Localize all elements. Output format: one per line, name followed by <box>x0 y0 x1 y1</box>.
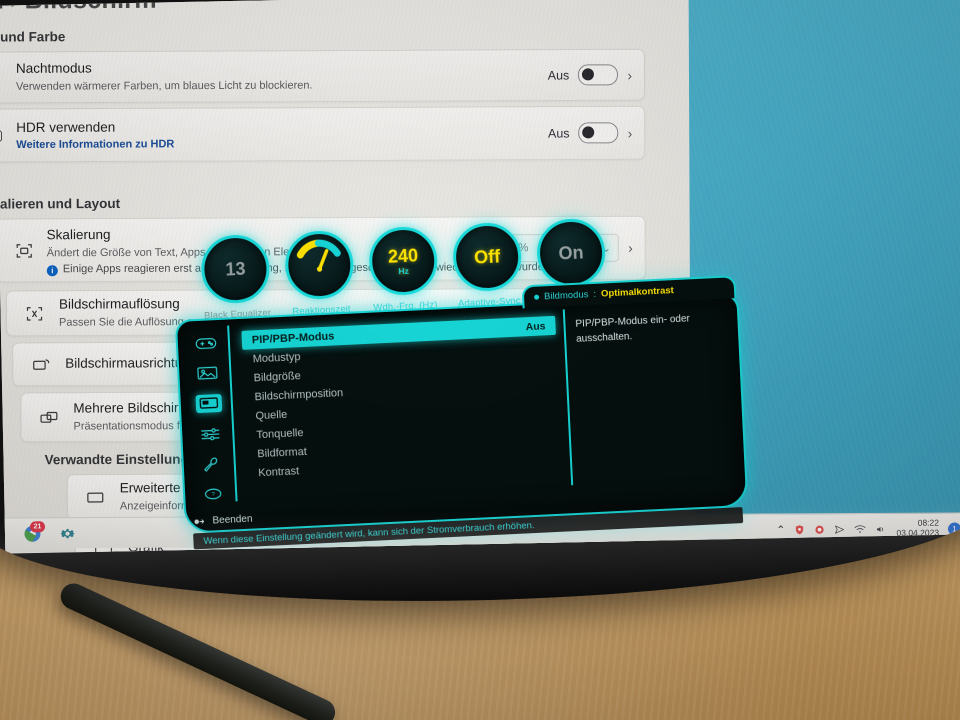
resolution-icon <box>23 302 45 324</box>
gauge-reaktionszeit[interactable]: Reaktionszeit <box>281 229 359 317</box>
card-title: HDR verwenden <box>16 119 116 135</box>
help-icon[interactable]: ? <box>200 485 227 503</box>
menu-item-label: Bildschirmposition <box>254 386 344 403</box>
card-nachtmodus-text: Nachtmodus Verwenden wärmerer Farben, um… <box>16 60 313 94</box>
card-subtitle: Verwenden wärmerer Farben, um blaues Lic… <box>15 79 313 93</box>
dial-value-number: 240 <box>387 245 419 267</box>
toggle-value: Aus <box>547 68 570 83</box>
display-icon[interactable] <box>195 394 223 413</box>
scale-icon <box>13 239 35 261</box>
osd-description-text: PIP/PBP-Modus ein- oder ausschalten. <box>575 313 691 345</box>
menu-item-label: Kontrast <box>257 464 300 479</box>
card-hdr-text: HDR verwenden Weitere Informationen zu H… <box>16 119 174 151</box>
card-title: Nachtmodus <box>15 60 92 76</box>
osd-panel: Bildmodus : Optimalkontrast ? PIP/PBP-Mo… <box>174 275 749 534</box>
toggle-value: Aus <box>547 126 570 141</box>
card-hdr[interactable]: HDR HDR verwenden Weitere Informationen … <box>0 105 646 163</box>
menu-item-label: Bildgröße <box>253 369 301 384</box>
info-badge-icon: i <box>46 265 58 277</box>
chevron-right-icon[interactable]: › <box>627 67 632 83</box>
menu-item-label: Tonquelle <box>256 426 304 441</box>
toggle-knob <box>582 68 595 81</box>
hdr-icon: HDR <box>0 124 2 146</box>
dial-refresh-rate: 240 Hz <box>367 225 439 297</box>
dial-value: 13 <box>224 258 246 280</box>
breadcrumb-parent[interactable]: tem <box>0 0 4 15</box>
chevron-right-icon[interactable]: › <box>628 125 633 141</box>
dial-reaktionszeit <box>283 229 355 301</box>
monitor-body: tem › Bildschirm gkeit und Farbe Nachtmodu… <box>0 0 960 611</box>
toggle-knob <box>582 126 595 139</box>
hdr-info-link[interactable]: Weitere Informationen zu HDR <box>16 138 174 151</box>
menu-item-label: PIP/PBP-Modus <box>251 329 335 346</box>
osd-category-sidebar: ? <box>183 325 238 504</box>
night-light-icon <box>0 66 2 88</box>
orientation-icon <box>29 353 51 375</box>
dial-unit: Hz <box>398 265 410 277</box>
card-hdr-controls: Aus › <box>547 122 633 144</box>
dial-value: 240 Hz <box>387 245 419 277</box>
picture-mode-value: Optimalkontrast <box>600 285 675 300</box>
picture-mode-key: Bildmodus <box>543 289 589 303</box>
breadcrumb-separator: › <box>9 0 19 15</box>
picture-mode-separator: : <box>593 288 597 300</box>
breadcrumb-current: Bildschirm <box>24 0 157 15</box>
picture-icon[interactable] <box>194 364 221 382</box>
gauge-adaptive-sync[interactable]: Off Adaptive-Sync <box>449 221 527 309</box>
wrench-icon[interactable] <box>198 455 225 473</box>
svg-text:?: ? <box>211 492 215 498</box>
sliders-icon[interactable] <box>197 424 224 442</box>
menu-item-value: Aus <box>525 319 546 333</box>
menu-item-label: Bildformat <box>257 445 308 460</box>
card-nachtmodus-controls: Aus › <box>547 64 632 86</box>
gauge-refresh-rate[interactable]: 240 Hz Wdh.-Frq. (Hz) <box>365 225 443 314</box>
menu-item-label: Quelle <box>255 408 288 422</box>
card-nachtmodus[interactable]: Nachtmodus Verwenden wärmerer Farben, um… <box>0 48 646 104</box>
multi-display-icon <box>37 406 59 428</box>
needle-gauge-icon <box>296 239 341 272</box>
dial-black-equalizer: 13 <box>199 233 272 305</box>
section-label-brightness: gkeit und Farbe <box>0 29 66 45</box>
monitor-screen: tem › Bildschirm gkeit und Farbe Nachtmodu… <box>0 0 960 554</box>
advanced-display-icon <box>84 486 106 508</box>
monitor-osd: 13 Black Equalizer Reaktionszeit 240 Hz … <box>171 211 749 550</box>
dial-input-lag: On <box>535 217 607 289</box>
dial-value: Off <box>473 246 501 268</box>
gauge-black-equalizer[interactable]: 13 Black Equalizer <box>197 233 275 322</box>
nachtmodus-toggle[interactable] <box>578 64 619 86</box>
breadcrumb: tem › Bildschirm <box>0 0 157 16</box>
osd-description-panel: PIP/PBP-Modus ein- oder ausschalten. <box>562 301 740 486</box>
osd-menu-list: PIP/PBP-Modus Aus Modustyp Bildgröße Bil… <box>229 309 571 501</box>
hdr-toggle[interactable] <box>578 122 619 144</box>
section-label-scaling: Skalieren und Layout <box>0 195 121 212</box>
gamepad-icon[interactable] <box>193 334 220 352</box>
menu-item-label: Modustyp <box>252 350 301 365</box>
dial-adaptive-sync: Off <box>451 221 523 293</box>
dial-value: On <box>558 242 585 264</box>
osd-content: ? PIP/PBP-Modus Aus Modustyp Bildgröße B… <box>183 301 740 504</box>
screenshot-root: tem › Bildschirm gkeit und Farbe Nachtmodu… <box>0 0 960 720</box>
picture-mode-dot-icon <box>534 294 540 300</box>
